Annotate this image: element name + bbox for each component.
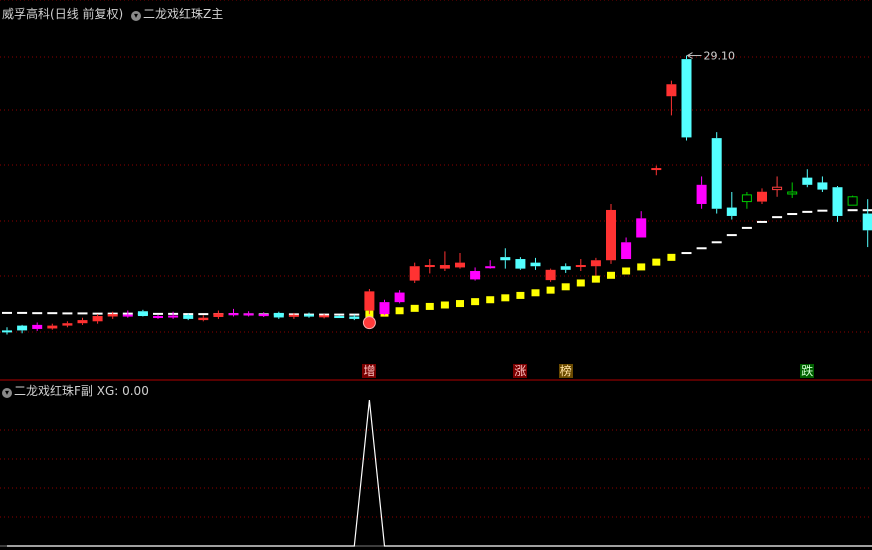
candle-body <box>832 187 843 216</box>
trend-marker-yellow <box>440 301 449 309</box>
candle-body <box>424 265 435 268</box>
trend-marker-yellow <box>531 289 540 297</box>
candle-body <box>470 271 481 280</box>
candle-body <box>243 313 254 316</box>
main-indicator-name[interactable]: 二龙戏红珠Z主 <box>143 7 223 21</box>
candle-body <box>726 207 737 216</box>
sub-indicator-value: XG: 0.00 <box>96 384 149 398</box>
trend-marker-yellow <box>501 294 510 302</box>
candle-body <box>681 59 692 138</box>
candle-body <box>228 313 239 316</box>
candle-body <box>77 320 88 324</box>
candle-body <box>636 218 647 238</box>
candle-body <box>530 262 541 267</box>
red-pearl-icon <box>362 316 376 330</box>
candle-body <box>2 330 12 333</box>
trend-marker-yellow <box>486 296 495 304</box>
candle-body <box>409 266 420 281</box>
candle-body <box>666 84 677 97</box>
candle-body <box>696 184 707 204</box>
signal-label-board: 榜 <box>558 364 573 378</box>
kline-chart-canvas[interactable]: 29.1017.02 <box>0 0 872 550</box>
candle-body <box>364 291 375 311</box>
trend-marker-yellow <box>410 304 419 312</box>
candle-body <box>545 269 556 281</box>
main-panel-header: 威孚高科(日线 前复权) ▾ 二龙戏红珠Z主 <box>2 5 223 22</box>
signal-label-fall: 跌 <box>800 364 815 378</box>
candle-body <box>379 302 390 315</box>
candle-body <box>772 186 783 191</box>
trend-marker-yellow <box>576 279 585 287</box>
candle-body <box>153 316 163 319</box>
candle-body <box>62 323 73 326</box>
candle-body <box>17 325 28 331</box>
candle-body <box>651 168 662 171</box>
signal-label-buy: 增 <box>362 364 377 378</box>
candle-body <box>213 313 224 317</box>
candle-body <box>711 138 722 209</box>
candle-body <box>258 314 269 317</box>
candle-body <box>847 196 858 206</box>
candle-body <box>137 311 148 317</box>
trend-marker-yellow <box>471 298 480 306</box>
trend-marker-yellow <box>561 283 570 291</box>
candle-body <box>500 257 511 261</box>
candle-body <box>485 266 496 269</box>
trend-marker-yellow <box>607 271 615 279</box>
trend-marker-yellow <box>516 291 525 299</box>
candle-body <box>273 312 284 318</box>
trend-marker-yellow <box>652 258 661 266</box>
candle-body <box>741 194 752 203</box>
candle-body <box>288 314 299 317</box>
candle-body <box>183 315 194 319</box>
candle-body <box>802 177 813 185</box>
trend-marker-yellow <box>546 286 555 294</box>
candle-body <box>32 324 43 329</box>
candle-body <box>47 325 58 329</box>
trend-marker-yellow <box>591 275 600 283</box>
signal-label-rise: 涨 <box>513 364 528 378</box>
candle-body <box>304 314 314 317</box>
candle-body <box>787 191 798 195</box>
trend-marker-yellow <box>456 300 464 308</box>
candle-body <box>198 317 209 321</box>
high-price-label: 29.10 <box>704 50 736 63</box>
sub-panel-header: ▾ 二龙戏红珠F副 XG: 0.00 <box>2 382 149 399</box>
stock-name: 威孚高科 <box>2 7 51 21</box>
candle-body <box>394 292 405 303</box>
candle-body <box>621 242 632 260</box>
trend-marker-yellow <box>637 263 646 271</box>
candle-body <box>349 316 360 319</box>
trend-marker-yellow <box>425 302 434 310</box>
candle-body <box>92 316 103 322</box>
candle-body <box>439 265 450 269</box>
candle-body <box>319 315 330 318</box>
chevron-down-icon[interactable]: ▾ <box>131 11 142 21</box>
trend-marker-yellow <box>622 267 631 275</box>
candle-body <box>107 314 118 317</box>
trend-marker-yellow <box>395 307 404 315</box>
sub-indicator-name[interactable]: 二龙戏红珠F副 <box>14 384 93 398</box>
candle-body <box>606 209 616 261</box>
candle-body <box>757 191 767 202</box>
candle-body <box>515 259 526 269</box>
candle-body <box>817 182 828 190</box>
xg-line <box>7 399 872 547</box>
candle-body <box>334 316 345 319</box>
candle-body <box>590 260 601 267</box>
candle-body <box>455 262 465 268</box>
candle-body <box>168 315 179 318</box>
trend-marker-yellow <box>667 253 676 261</box>
period-label: (日线 前复权) <box>50 7 124 21</box>
candle-body <box>575 265 586 268</box>
candle-body <box>122 314 133 317</box>
candle-body <box>862 213 872 231</box>
candle-body <box>560 266 571 270</box>
chevron-down-icon[interactable]: ▾ <box>2 388 12 398</box>
